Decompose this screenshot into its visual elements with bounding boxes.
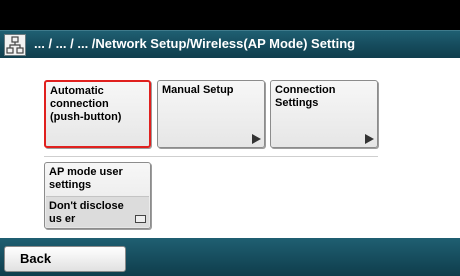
footer-bar: Back (0, 238, 460, 276)
tile-label: AP mode user settings (49, 166, 123, 191)
divider (44, 156, 378, 157)
arrow-right-icon (365, 134, 374, 144)
header-bar: ... / ... / ... /Network Setup/Wireless(… (0, 30, 460, 59)
back-button[interactable]: Back (4, 246, 126, 272)
tile-label: Automatic connection (push-button) (50, 85, 122, 123)
ap-mode-user-settings-button[interactable]: AP mode user settings Don't disclose us … (44, 162, 151, 229)
network-icon (4, 34, 26, 56)
dropdown-box-icon (135, 215, 146, 223)
content-area: Automatic connection (push-button) Manua… (0, 58, 460, 238)
setting-value: Don't disclose us er (46, 196, 149, 227)
page-title: ... / ... / ... /Network Setup/Wireless(… (34, 36, 356, 51)
manual-setup-button[interactable]: Manual Setup (157, 80, 265, 148)
automatic-connection-button[interactable]: Automatic connection (push-button) (44, 80, 151, 148)
arrow-right-icon (252, 134, 261, 144)
tile-label: Manual Setup (162, 84, 234, 96)
setting-value-text: Don't disclose us er (49, 200, 124, 225)
connection-settings-button[interactable]: Connection Settings (270, 80, 378, 148)
tile-label: Connection Settings (275, 84, 336, 109)
